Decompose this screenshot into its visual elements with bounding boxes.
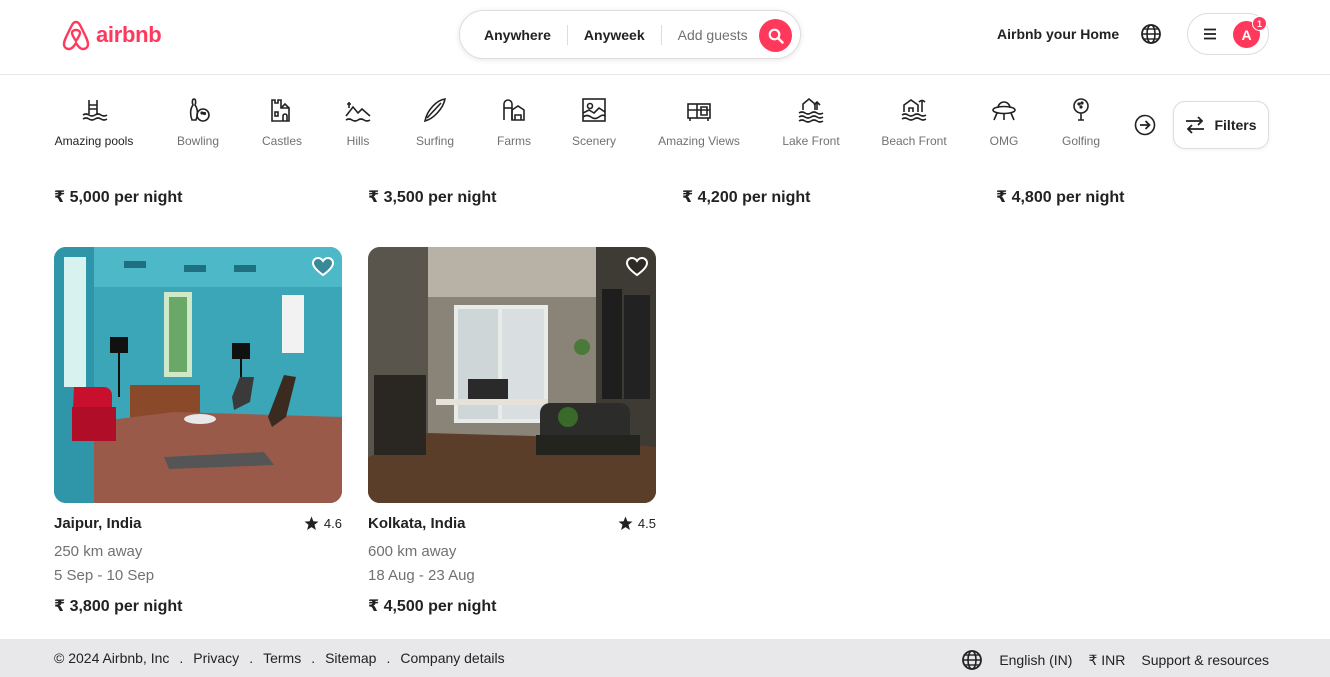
listing-card[interactable]: Kolkata, India 4.5 600 km away 18 Aug - … — [368, 247, 656, 616]
category-amazing-views[interactable]: Amazing Views — [649, 96, 749, 148]
price-text: ₹ 5,000 per night — [54, 189, 183, 206]
listing-location: Kolkata, India — [368, 515, 466, 532]
farm-icon — [503, 99, 525, 121]
category-beach-front[interactable]: Beach Front — [864, 96, 964, 148]
notification-badge: 1 — [1252, 16, 1267, 31]
globe-icon[interactable] — [961, 649, 983, 671]
footer-links: © 2024 Airbnb, Inc . Privacy . Terms . S… — [54, 650, 505, 666]
host-link[interactable]: Airbnb your Home — [997, 26, 1119, 42]
category-scenery[interactable]: Scenery — [544, 96, 644, 148]
user-menu-button[interactable]: A 1 — [1187, 13, 1269, 55]
bowling-icon — [189, 98, 210, 122]
listing-location: Jaipur, India — [54, 515, 142, 532]
room-photo-jaipur — [54, 247, 342, 503]
listing-price: ₹ 3,800 per night — [54, 596, 342, 616]
views-icon — [687, 103, 711, 121]
footer-copyright: © 2024 Airbnb, Inc — [54, 650, 170, 666]
listing-price: ₹ 3,500 per night — [368, 187, 497, 207]
search-who[interactable]: Add guests — [662, 27, 764, 43]
category-label: Amazing Views — [658, 134, 740, 148]
search-button[interactable] — [759, 19, 792, 52]
category-label: Lake Front — [782, 134, 840, 148]
heart-icon[interactable] — [626, 257, 648, 277]
filters-icon — [1186, 116, 1205, 134]
category-label: Golfing — [1061, 134, 1101, 148]
category-label: Farms — [497, 134, 531, 148]
listing-card[interactable]: Jaipur, India 4.6 250 km away 5 Sep - 10… — [54, 247, 342, 616]
airbnb-logo[interactable]: airbnb — [61, 19, 162, 51]
listing-rating: 4.5 — [618, 515, 656, 532]
listing-price: ₹ 4,500 per night — [368, 596, 656, 616]
category-golfing[interactable]: Golfing — [1031, 96, 1131, 148]
beach-icon — [901, 99, 927, 121]
footer-link-terms[interactable]: Terms — [263, 650, 301, 666]
airbnb-logo-icon — [62, 20, 90, 51]
footer-link-privacy[interactable]: Privacy — [193, 650, 239, 666]
surfboard-icon — [423, 98, 447, 123]
top-header: airbnb Anywhere Anyweek Add guests Airbn… — [0, 0, 1330, 75]
listing-price: ₹ 5,000 per night — [54, 187, 183, 207]
globe-icon — [1141, 24, 1161, 44]
category-label: Castles — [261, 134, 302, 148]
footer-separator: . — [311, 650, 316, 666]
category-label: OMG — [989, 134, 1019, 148]
listing-photo[interactable] — [54, 247, 342, 503]
footer: © 2024 Airbnb, Inc . Privacy . Terms . S… — [0, 639, 1330, 677]
category-bar: Amazing pools Bowling Castles Hills Surf… — [0, 76, 1330, 176]
pool-icon — [82, 100, 108, 121]
star-icon — [304, 516, 319, 530]
listing-price: ₹ 4,200 per night — [682, 187, 811, 207]
category-label: Amazing pools — [54, 134, 134, 148]
price-text: ₹ 4,500 per night — [368, 598, 497, 615]
brand-name: airbnb — [96, 22, 162, 47]
footer-language[interactable]: English (IN) — [999, 652, 1072, 668]
lake-icon — [798, 97, 824, 123]
filters-label: Filters — [1214, 117, 1257, 133]
castle-icon — [271, 99, 290, 122]
price-text: ₹ 3,800 per night — [54, 598, 183, 615]
footer-support[interactable]: Support & resources — [1141, 652, 1269, 668]
filters-button[interactable]: Filters — [1173, 101, 1269, 149]
footer-separator: . — [386, 650, 391, 666]
scenery-icon — [582, 98, 606, 122]
category-label: Scenery — [571, 134, 617, 148]
heart-icon[interactable] — [312, 257, 334, 277]
star-icon — [618, 516, 633, 530]
search-icon — [768, 28, 784, 44]
rating-value: 4.6 — [323, 516, 342, 531]
footer-link-company[interactable]: Company details — [400, 650, 504, 666]
listing-dates: 5 Sep - 10 Sep — [54, 567, 155, 584]
search-bar[interactable]: Anywhere Anyweek Add guests — [459, 10, 801, 59]
room-photo-kolkata — [368, 247, 656, 503]
listing-dates: 18 Aug - 23 Aug — [368, 567, 475, 584]
listing-rating: 4.6 — [304, 515, 342, 532]
category-lake-front[interactable]: Lake Front — [761, 96, 861, 148]
footer-settings: English (IN) ₹ INR Support & resources — [961, 649, 1269, 671]
search-where[interactable]: Anywhere — [460, 27, 567, 43]
footer-separator: . — [249, 650, 254, 666]
language-button[interactable] — [1140, 23, 1162, 50]
footer-currency[interactable]: ₹ INR — [1088, 652, 1125, 669]
rating-value: 4.5 — [637, 516, 656, 531]
ufo-icon — [992, 101, 1016, 121]
category-label: Beach Front — [881, 134, 947, 148]
price-text: ₹ 4,800 per night — [996, 189, 1125, 206]
footer-separator: . — [179, 650, 184, 666]
listing-price: ₹ 4,800 per night — [996, 187, 1125, 207]
golf-icon — [1073, 98, 1089, 121]
menu-icon — [1204, 28, 1216, 40]
hills-icon — [345, 102, 371, 122]
listing-distance: 250 km away — [54, 543, 143, 560]
footer-link-sitemap[interactable]: Sitemap — [325, 650, 376, 666]
price-text: ₹ 4,200 per night — [682, 189, 811, 206]
search-when[interactable]: Anyweek — [568, 27, 661, 43]
category-label: Hills — [346, 134, 370, 148]
category-label: Surfing — [415, 134, 455, 148]
listing-distance: 600 km away — [368, 543, 457, 560]
price-text: ₹ 3,500 per night — [368, 189, 497, 206]
category-label: Bowling — [176, 134, 220, 148]
scroll-right-icon[interactable] — [1134, 114, 1156, 136]
listing-photo[interactable] — [368, 247, 656, 503]
category-amazing-pools[interactable]: Amazing pools — [44, 96, 144, 148]
